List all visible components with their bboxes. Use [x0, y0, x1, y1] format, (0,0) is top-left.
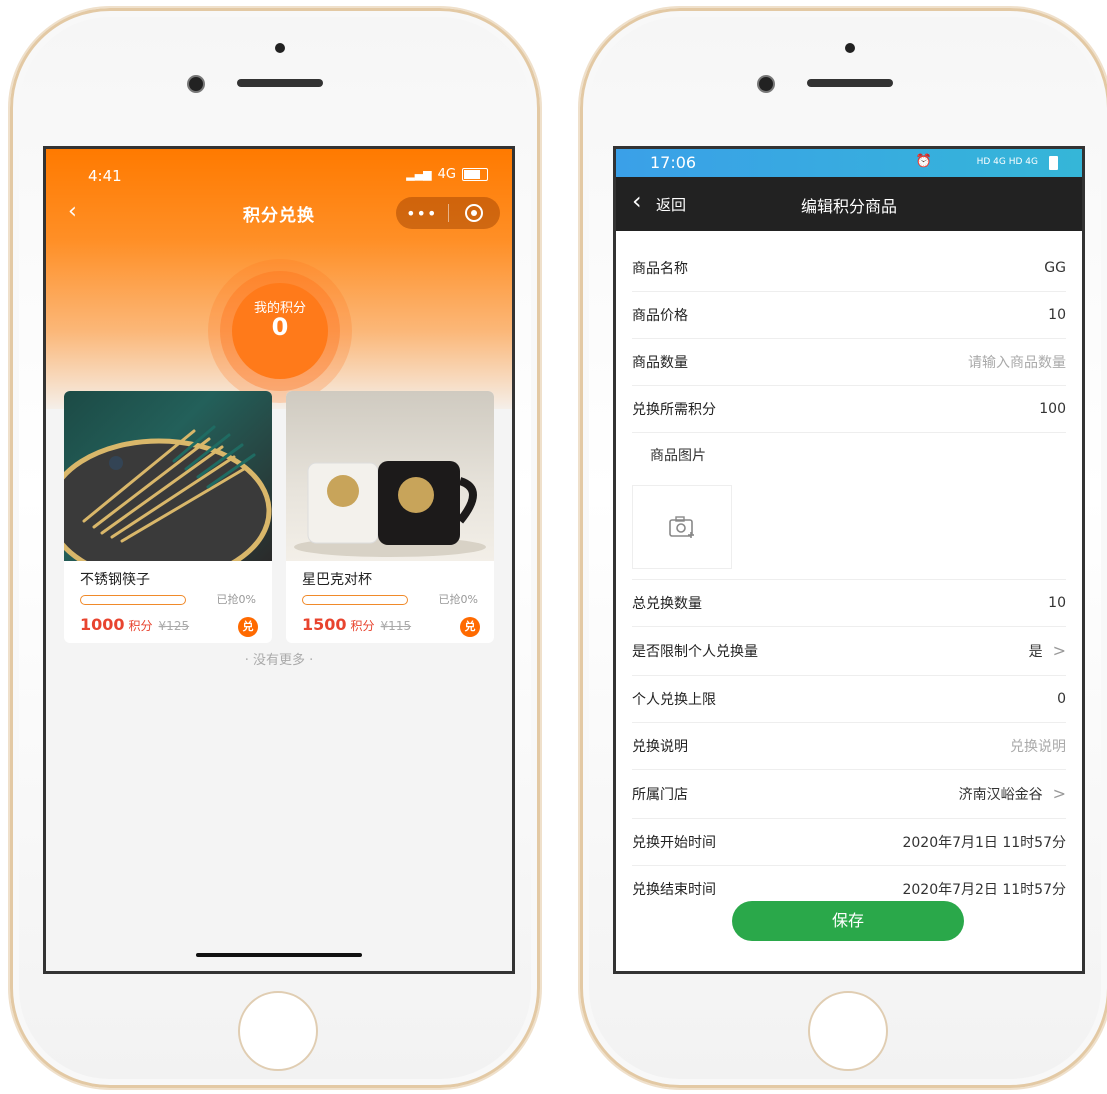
- front-sensor: [845, 43, 855, 53]
- field-label: 兑换结束时间: [632, 882, 716, 898]
- field-label: 商品价格: [632, 308, 688, 324]
- field-label: 商品数量: [632, 355, 688, 371]
- more-icon[interactable]: •••: [396, 204, 448, 223]
- points-unit: 积分: [350, 619, 375, 633]
- exchange-badge[interactable]: 兑: [238, 617, 258, 637]
- field-personal-limit[interactable]: 个人兑换上限 0: [632, 676, 1066, 723]
- product-card[interactable]: 星巴克对杯 已抢0% 1500 积分 ¥115 兑: [286, 391, 494, 643]
- alarm-icon: ⏰: [915, 154, 932, 169]
- field-price[interactable]: 商品价格 10: [632, 292, 1066, 339]
- status-bar-right: ▂▄▆ 4G: [406, 167, 488, 182]
- field-value[interactable]: 10: [1048, 307, 1066, 323]
- original-price: ¥115: [380, 619, 412, 633]
- my-points-value: 0: [271, 313, 289, 341]
- description-input-placeholder[interactable]: 兑换说明: [1010, 736, 1066, 756]
- page-title: 编辑积分商品: [800, 197, 897, 216]
- chevron-right-icon: >: [1052, 641, 1066, 660]
- field-value[interactable]: 100: [1039, 401, 1066, 417]
- field-label: 是否限制个人兑换量: [632, 644, 758, 660]
- field-value[interactable]: 0: [1057, 691, 1066, 707]
- field-label: 总兑换数量: [632, 596, 702, 612]
- left-screen: 4:41 ▂▄▆ 4G ‹ 积分兑换 ••• 我的积分 0 不锈钢筷子 已抢0%…: [43, 146, 515, 974]
- form-list: 商品名称 GG 商品价格 10 商品数量 请输入商品数量 兑换所需积分 100 商品图片…: [616, 245, 1082, 945]
- image-upload-box[interactable]: [632, 485, 732, 569]
- field-label: 兑换说明: [632, 739, 688, 755]
- field-required-points[interactable]: 兑换所需积分 100: [632, 386, 1066, 433]
- field-value[interactable]: 2020年7月1日 11时57分: [902, 832, 1066, 852]
- points-price: 1000: [80, 615, 125, 634]
- earpiece-speaker: [807, 79, 893, 87]
- field-label: 所属门店: [632, 787, 688, 803]
- progress-bar: [302, 595, 408, 605]
- field-value[interactable]: GG: [1044, 260, 1066, 276]
- product-image-label: 商品图片: [650, 448, 706, 464]
- front-sensor: [275, 43, 285, 53]
- points-price: 1500: [302, 615, 347, 634]
- mini-program-capsule[interactable]: •••: [396, 197, 500, 229]
- field-value[interactable]: 济南汉峪金谷: [959, 787, 1043, 803]
- earpiece-speaker: [237, 79, 323, 87]
- original-price: ¥125: [158, 619, 190, 633]
- left-phone-frame: 4:41 ▂▄▆ 4G ‹ 积分兑换 ••• 我的积分 0 不锈钢筷子 已抢0%…: [10, 8, 540, 1088]
- network-icons: HD 4G HD 4G: [976, 157, 1038, 167]
- chevron-right-icon: >: [1052, 784, 1066, 803]
- field-limit-toggle[interactable]: 是否限制个人兑换量 是 >: [632, 627, 1066, 676]
- field-description[interactable]: 兑换说明 兑换说明: [632, 723, 1066, 770]
- field-name[interactable]: 商品名称 GG: [632, 245, 1066, 292]
- battery-icon: [1049, 156, 1058, 170]
- field-start-time[interactable]: 兑换开始时间 2020年7月1日 11时57分: [632, 819, 1066, 866]
- right-screen: 17:06 ⏰ HD 4G HD 4G ‹ 返回 编辑积分商品 商品名称 GG 商…: [613, 146, 1085, 974]
- front-camera: [757, 75, 775, 93]
- close-target-icon[interactable]: [448, 203, 500, 223]
- field-value[interactable]: 10: [1048, 595, 1066, 611]
- sold-percent: 已抢0%: [438, 593, 478, 606]
- network-label: 4G: [437, 167, 456, 182]
- home-button[interactable]: [808, 991, 888, 1071]
- field-value[interactable]: 是: [1029, 644, 1043, 660]
- field-label: 兑换所需积分: [632, 402, 716, 418]
- nav-bar: ‹ 返回 编辑积分商品: [616, 177, 1082, 231]
- home-indicator: [196, 953, 362, 957]
- product-image-mugs: [286, 391, 494, 561]
- field-quantity[interactable]: 商品数量 请输入商品数量: [632, 339, 1066, 386]
- product-image-chopsticks: [64, 391, 272, 561]
- save-button[interactable]: 保存: [732, 901, 964, 941]
- product-name: 星巴克对杯: [302, 572, 372, 588]
- progress-bar: [80, 595, 186, 605]
- quantity-input-placeholder[interactable]: 请输入商品数量: [968, 352, 1066, 372]
- field-label: 个人兑换上限: [632, 692, 716, 708]
- sold-percent: 已抢0%: [216, 593, 256, 606]
- field-total-quantity[interactable]: 总兑换数量 10: [632, 580, 1066, 627]
- field-value[interactable]: 2020年7月2日 11时57分: [902, 879, 1066, 899]
- points-unit: 积分: [128, 619, 153, 633]
- product-name: 不锈钢筷子: [80, 572, 150, 588]
- status-time: 17:06: [650, 153, 697, 172]
- signal-icon: ▂▄▆: [406, 168, 432, 181]
- status-time: 4:41: [88, 167, 122, 185]
- field-label: 兑换开始时间: [632, 835, 716, 851]
- home-button[interactable]: [238, 991, 318, 1071]
- product-card[interactable]: 不锈钢筷子 已抢0% 1000 积分 ¥125 兑: [64, 391, 272, 643]
- front-camera: [187, 75, 205, 93]
- price-line: 1500 积分 ¥115: [302, 615, 411, 634]
- no-more-text: · 没有更多 ·: [244, 653, 314, 668]
- right-phone-frame: 17:06 ⏰ HD 4G HD 4G ‹ 返回 编辑积分商品 商品名称 GG 商…: [580, 8, 1107, 1088]
- status-bar: 17:06 ⏰ HD 4G HD 4G: [616, 149, 1082, 177]
- field-store[interactable]: 所属门店 济南汉峪金谷 >: [632, 770, 1066, 819]
- camera-add-icon: [669, 516, 694, 538]
- price-line: 1000 积分 ¥125: [80, 615, 189, 634]
- field-label: 商品名称: [632, 261, 688, 277]
- battery-icon: [462, 168, 488, 181]
- exchange-badge[interactable]: 兑: [460, 617, 480, 637]
